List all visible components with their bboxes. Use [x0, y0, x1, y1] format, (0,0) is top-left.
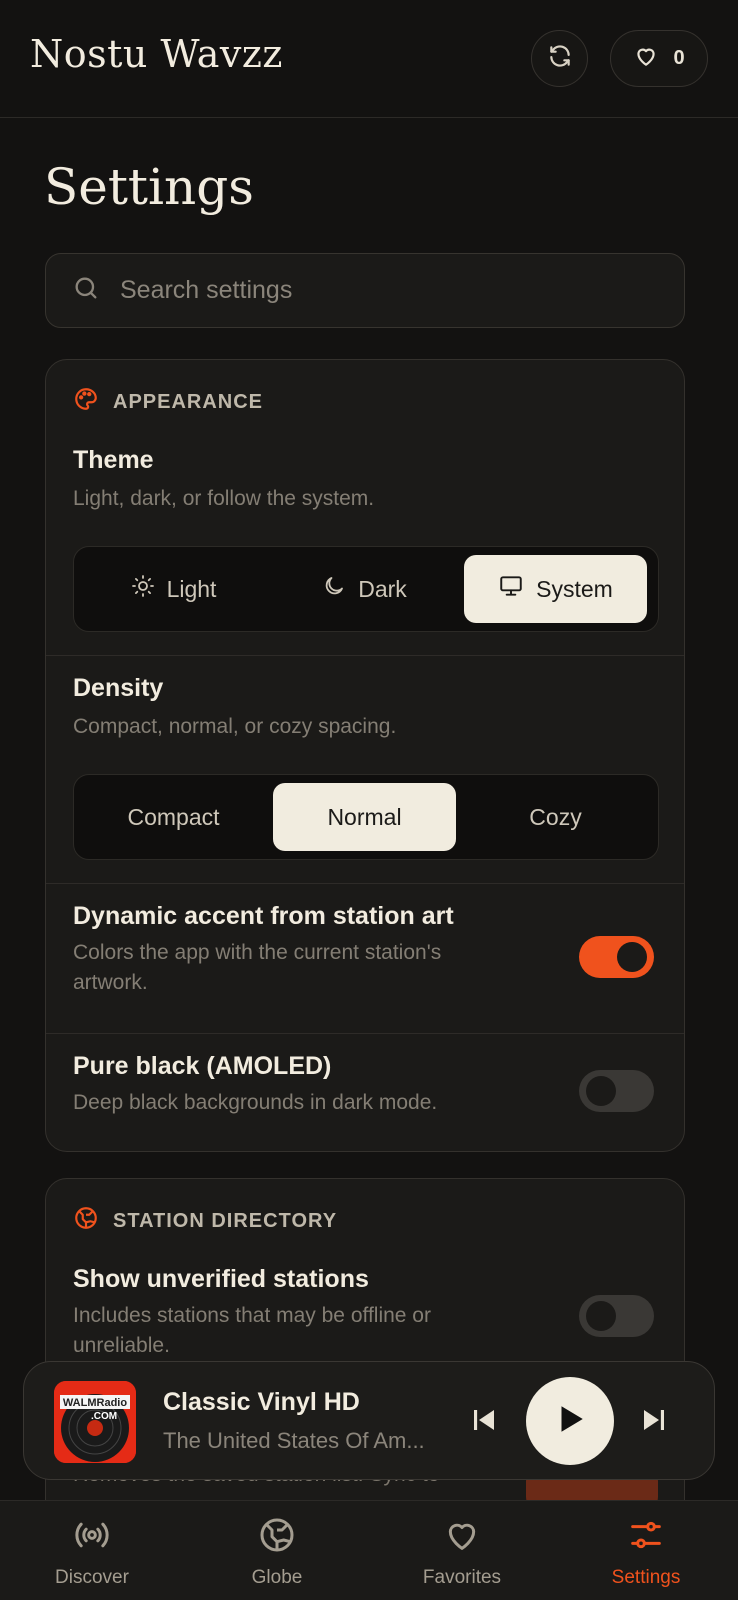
theme-segmented-control: Light Dark System — [73, 546, 659, 632]
divider — [46, 1033, 684, 1034]
page-title: Settings — [44, 158, 254, 216]
nav-label-discover: Discover — [55, 1567, 129, 1588]
density-option-normal[interactable]: Normal — [273, 783, 456, 851]
nav-item-discover[interactable]: Discover — [12, 1515, 172, 1595]
show-unverified-description: Includes stations that may be offline or… — [73, 1304, 431, 1353]
show-unverified-title: Show unverified stations — [73, 1265, 369, 1293]
nav-item-globe[interactable]: Globe — [197, 1515, 357, 1595]
heart-icon — [633, 43, 659, 74]
app-title: Nostu Wavzz — [30, 32, 283, 76]
broadcast-icon — [72, 1515, 112, 1561]
now-playing-bar[interactable]: WALMRadio .COM Classic Vinyl HD The Unit… — [23, 1361, 715, 1480]
top-bar: Nostu Wavzz 0 — [0, 0, 738, 118]
favorites-count: 0 — [673, 47, 685, 69]
station-artwork: WALMRadio .COM — [54, 1381, 136, 1463]
dynamic-accent-title: Dynamic accent from station art — [73, 902, 454, 930]
refresh-button[interactable] — [531, 30, 588, 87]
density-description: Compact, normal, or cozy spacing. — [73, 715, 397, 738]
appearance-section-header: APPEARANCE — [73, 386, 263, 418]
dynamic-accent-toggle[interactable] — [579, 936, 654, 978]
theme-option-dark[interactable]: Dark — [273, 555, 456, 623]
density-option-compact[interactable]: Compact — [82, 783, 265, 851]
next-button[interactable] — [634, 1402, 674, 1442]
bottom-navigation: Discover Globe Favorites Settings — [0, 1500, 738, 1600]
theme-option-light[interactable]: Light — [82, 555, 265, 623]
play-icon — [553, 1402, 587, 1441]
nav-label-globe: Globe — [251, 1567, 303, 1588]
appearance-heading: APPEARANCE — [113, 390, 264, 413]
now-playing-subtitle: The United States Of Am... — [163, 1428, 423, 1453]
globe-icon — [257, 1515, 297, 1561]
skip-previous-icon — [469, 1405, 499, 1440]
search-placeholder: Search settings — [120, 276, 293, 304]
moon-icon — [322, 574, 346, 604]
density-segmented-control: Compact Normal Cozy — [73, 774, 659, 860]
pure-black-title: Pure black (AMOLED) — [73, 1052, 332, 1080]
divider — [46, 883, 684, 884]
sun-icon — [131, 574, 155, 604]
nav-label-settings: Settings — [611, 1567, 681, 1588]
play-button[interactable] — [526, 1377, 614, 1465]
pure-black-toggle[interactable] — [579, 1070, 654, 1112]
theme-description: Light, dark, or follow the system. — [73, 487, 375, 510]
dynamic-accent-description: Colors the app with the current station'… — [73, 941, 442, 994]
monitor-icon — [498, 573, 524, 605]
favorites-count-button[interactable]: 0 — [610, 30, 708, 87]
appearance-card: APPEARANCE Theme Light, dark, or follow … — [45, 359, 685, 1152]
pure-black-description: Deep black backgrounds in dark mode. — [73, 1091, 438, 1114]
divider — [46, 655, 684, 656]
nav-label-favorites: Favorites — [422, 1567, 502, 1588]
theme-option-system-label: System — [536, 575, 613, 602]
heart-icon — [442, 1515, 482, 1561]
density-option-cozy[interactable]: Cozy — [464, 783, 647, 851]
toggle-knob — [586, 1076, 616, 1106]
nav-item-favorites[interactable]: Favorites — [382, 1515, 542, 1595]
artwork-text-2: .COM — [91, 1411, 117, 1422]
sliders-icon — [626, 1515, 666, 1561]
skip-next-icon — [639, 1405, 669, 1440]
now-playing-title: Classic Vinyl HD — [163, 1388, 360, 1416]
toggle-knob — [617, 942, 647, 972]
directory-heading: STATION DIRECTORY — [113, 1209, 338, 1232]
toggle-knob — [586, 1301, 616, 1331]
palette-icon — [73, 386, 99, 418]
nav-item-settings[interactable]: Settings — [566, 1515, 726, 1595]
directory-section-header: STATION DIRECTORY — [73, 1205, 337, 1237]
search-input[interactable]: Search settings — [45, 253, 685, 328]
search-icon — [72, 274, 100, 307]
artwork-text-1: WALMRadio — [63, 1397, 127, 1409]
refresh-icon — [547, 43, 573, 74]
globe-icon — [73, 1205, 99, 1237]
theme-title: Theme — [73, 446, 154, 474]
theme-option-light-label: Light — [166, 575, 217, 602]
show-unverified-toggle[interactable] — [579, 1295, 654, 1337]
theme-option-system[interactable]: System — [464, 555, 647, 623]
previous-button[interactable] — [464, 1402, 504, 1442]
theme-option-dark-label: Dark — [358, 575, 407, 602]
density-title: Density — [73, 674, 164, 702]
